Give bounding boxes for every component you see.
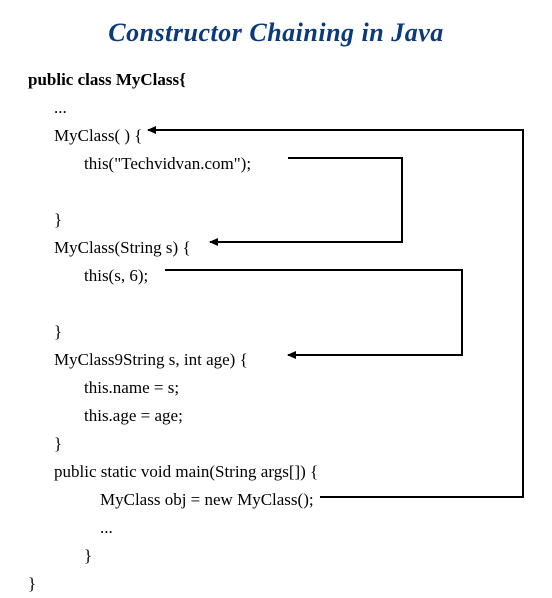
main-signature: public static void main(String args[]) { (28, 458, 552, 486)
constructor-2-body-1: this.name = s; (28, 374, 552, 402)
blank-line (28, 178, 552, 206)
close-brace: } (28, 542, 552, 570)
main-body: MyClass obj = new MyClass(); (28, 486, 552, 514)
ellipsis: ... (28, 514, 552, 542)
constructor-0-body: this("Techvidvan.com"); (28, 150, 552, 178)
close-brace: } (28, 430, 552, 458)
code-block: public class MyClass{ ... MyClass( ) { t… (0, 66, 552, 598)
constructor-1-body: this(s, 6); (28, 262, 552, 290)
constructor-1-signature: MyClass(String s) { (28, 234, 552, 262)
blank-line (28, 290, 552, 318)
close-brace: } (28, 206, 552, 234)
class-declaration: public class MyClass{ (28, 66, 552, 94)
close-brace: } (28, 318, 552, 346)
ellipsis: ... (28, 94, 552, 122)
constructor-2-signature: MyClass9String s, int age) { (28, 346, 552, 374)
constructor-2-body-2: this.age = age; (28, 402, 552, 430)
close-brace: } (28, 570, 552, 598)
constructor-0-signature: MyClass( ) { (28, 122, 552, 150)
diagram-title: Constructor Chaining in Java (0, 0, 552, 66)
